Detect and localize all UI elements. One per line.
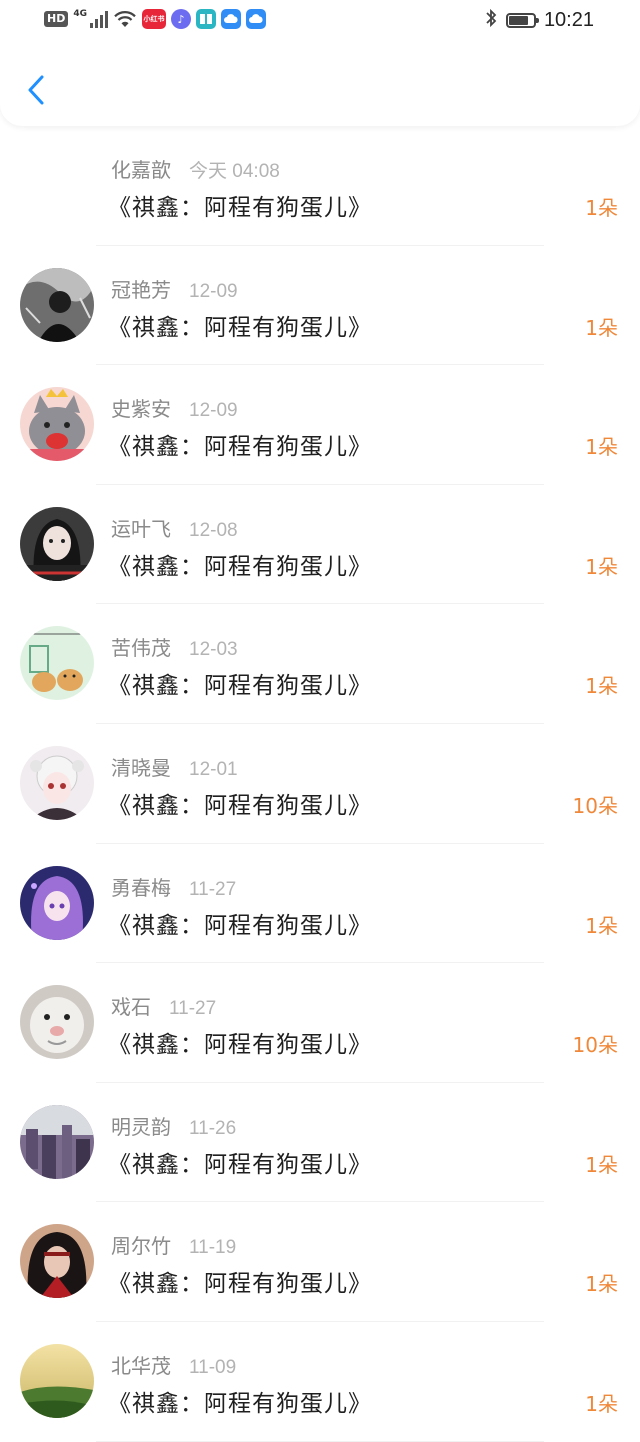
top-header: HD 4G 小红书 ♪ 10:21 — [0, 0, 640, 126]
status-left: HD 4G 小红书 ♪ — [44, 9, 266, 29]
item-date: 12-09 — [189, 280, 238, 302]
user-name[interactable]: 明灵韵 — [111, 1111, 171, 1140]
item-meta: 勇春梅 11-27 — [111, 872, 236, 901]
avatar[interactable] — [20, 1224, 94, 1299]
list-item[interactable]: 冠艳芳 12-09 《祺鑫：阿程有狗蛋儿》 1朵 — [0, 246, 640, 366]
cloud-icon — [221, 9, 241, 29]
music-icon: ♪ — [171, 9, 191, 29]
avatar[interactable] — [20, 745, 94, 820]
book-title: 《祺鑫：阿程有狗蛋儿》 — [108, 1390, 372, 1417]
item-date: 11-09 — [189, 1356, 237, 1378]
item-date: 11-19 — [189, 1237, 237, 1259]
item-meta: 明灵韵 11-26 — [111, 1111, 236, 1140]
item-date: 12-01 — [189, 758, 238, 780]
user-name[interactable]: 史紫安 — [111, 393, 171, 422]
book-title: 《祺鑫：阿程有狗蛋儿》 — [108, 912, 372, 939]
item-date: 12-08 — [189, 519, 238, 541]
network-type: 4G — [73, 9, 87, 19]
user-name[interactable]: 化嘉歆 — [111, 154, 171, 183]
chevron-left-icon — [28, 75, 44, 105]
user-name[interactable]: 运叶飞 — [111, 513, 171, 542]
cloud-icon — [246, 9, 266, 29]
user-name[interactable]: 勇春梅 — [111, 872, 171, 901]
list-item[interactable]: 勇春梅 11-27 《祺鑫：阿程有狗蛋儿》 1朵 — [0, 844, 640, 964]
book-title: 《祺鑫：阿程有狗蛋儿》 — [108, 673, 372, 700]
list-item[interactable]: 戏石 11-27 《祺鑫：阿程有狗蛋儿》 10朵 — [0, 963, 640, 1083]
flower-count: 1朵 — [585, 1152, 618, 1177]
item-date: 12-03 — [189, 639, 238, 661]
item-date: 11-26 — [189, 1117, 237, 1139]
user-name[interactable]: 清晓曼 — [111, 752, 171, 781]
flower-count: 1朵 — [585, 196, 618, 220]
music-label: ♪ — [177, 12, 185, 26]
book-title: 《祺鑫：阿程有狗蛋儿》 — [108, 553, 372, 580]
book-title: 《祺鑫：阿程有狗蛋儿》 — [108, 1151, 372, 1178]
avatar[interactable] — [20, 626, 94, 701]
item-meta: 周尔竹 11-19 — [111, 1230, 236, 1259]
user-name[interactable]: 周尔竹 — [111, 1230, 171, 1259]
item-meta: 苦伟茂 12-03 — [111, 632, 238, 661]
item-meta: 清晓曼 12-01 — [111, 752, 238, 781]
user-name[interactable]: 北华茂 — [111, 1350, 171, 1379]
flower-count: 1朵 — [585, 1272, 618, 1297]
avatar[interactable] — [20, 387, 94, 462]
item-meta: 史紫安 12-09 — [111, 393, 238, 422]
item-meta: 冠艳芳 12-09 — [111, 274, 238, 303]
user-name[interactable]: 戏石 — [111, 991, 151, 1020]
list-item[interactable]: 运叶飞 12-08 《祺鑫：阿程有狗蛋儿》 1朵 — [0, 485, 640, 605]
flower-count: 1朵 — [585, 435, 618, 460]
flower-count: 1朵 — [585, 674, 618, 699]
status-right: 10:21 — [484, 8, 594, 32]
avatar[interactable] — [20, 267, 94, 342]
item-meta: 化嘉歆 今天 04:08 — [111, 154, 280, 183]
avatar[interactable] — [20, 1343, 94, 1418]
list-item[interactable]: 周尔竹 11-19 《祺鑫：阿程有狗蛋儿》 1朵 — [0, 1202, 640, 1322]
back-button[interactable] — [22, 72, 50, 108]
book-title: 《祺鑫：阿程有狗蛋儿》 — [108, 1271, 372, 1298]
clock-time: 10:21 — [543, 8, 594, 31]
xiaohongshu-label: 小红书 — [143, 15, 165, 23]
user-name[interactable]: 苦伟茂 — [111, 632, 171, 661]
book-title: 《祺鑫：阿程有狗蛋儿》 — [108, 792, 372, 819]
avatar[interactable] — [20, 985, 94, 1060]
flower-count: 10朵 — [572, 793, 618, 818]
flower-count: 1朵 — [585, 913, 618, 938]
avatar[interactable] — [20, 1104, 94, 1179]
gift-record-list: 化嘉歆 今天 04:08 《祺鑫：阿程有狗蛋儿》 1朵 冠艳芳 12-09 《祺… — [0, 126, 640, 1442]
hd-badge: HD — [44, 11, 69, 27]
flower-count: 1朵 — [585, 554, 618, 579]
book-title: 《祺鑫：阿程有狗蛋儿》 — [108, 195, 372, 221]
item-date: 12-09 — [189, 400, 238, 422]
xiaohongshu-icon: 小红书 — [142, 9, 166, 29]
item-date: 11-27 — [189, 878, 237, 900]
signal-icon — [90, 10, 108, 28]
list-item[interactable]: 苦伟茂 12-03 《祺鑫：阿程有狗蛋儿》 1朵 — [0, 604, 640, 724]
avatar[interactable] — [20, 865, 94, 940]
battery-icon — [505, 12, 539, 28]
book-title: 《祺鑫：阿程有狗蛋儿》 — [108, 434, 372, 461]
flower-count: 10朵 — [572, 1033, 618, 1058]
battery-level — [508, 15, 528, 25]
flower-count: 1朵 — [585, 315, 618, 340]
wifi-icon — [113, 10, 137, 28]
avatar[interactable] — [20, 506, 94, 581]
book-title: 《祺鑫：阿程有狗蛋儿》 — [108, 314, 372, 341]
list-item[interactable]: 明灵韵 11-26 《祺鑫：阿程有狗蛋儿》 1朵 — [0, 1083, 640, 1203]
item-meta: 运叶飞 12-08 — [111, 513, 238, 542]
item-meta: 北华茂 11-09 — [111, 1350, 236, 1379]
bluetooth-icon — [484, 8, 498, 32]
item-date: 今天 04:08 — [189, 161, 280, 182]
list-item[interactable]: 史紫安 12-09 《祺鑫：阿程有狗蛋儿》 1朵 — [0, 365, 640, 485]
book-title: 《祺鑫：阿程有狗蛋儿》 — [108, 1032, 372, 1059]
list-item[interactable]: 化嘉歆 今天 04:08 《祺鑫：阿程有狗蛋儿》 1朵 — [0, 126, 640, 246]
item-meta: 戏石 11-27 — [111, 991, 216, 1020]
list-item[interactable]: 北华茂 11-09 《祺鑫：阿程有狗蛋儿》 1朵 — [0, 1322, 640, 1442]
list-item[interactable]: 清晓曼 12-01 《祺鑫：阿程有狗蛋儿》 10朵 — [0, 724, 640, 844]
divider — [96, 1440, 544, 1442]
user-name[interactable]: 冠艳芳 — [111, 274, 171, 303]
reader-icon — [196, 9, 216, 29]
item-date: 11-27 — [169, 998, 217, 1020]
flower-count: 1朵 — [585, 1391, 618, 1416]
status-bar: HD 4G 小红书 ♪ 10:21 — [0, 0, 640, 44]
